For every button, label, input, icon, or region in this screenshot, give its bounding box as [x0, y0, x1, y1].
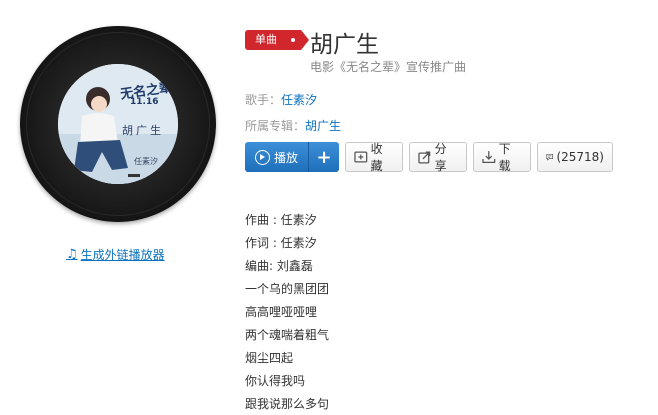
singer-label: 歌手：	[245, 93, 282, 107]
lyric-line: 高高哩哑哑哩	[245, 305, 318, 319]
play-icon	[254, 149, 270, 165]
action-toolbar: 播放 + 收藏 分享 下载 (25718)	[245, 142, 613, 173]
lyric-line: 一个乌的黑团团	[245, 282, 330, 296]
song-title: 胡广生	[310, 32, 379, 58]
lyrics-panel: 作曲 : 任素汐 作词 : 任素汐 编曲: 刘鑫磊 一个乌的黑团团 高高哩哑哑哩…	[245, 212, 329, 415]
singer-row: 歌手：任素汐	[245, 91, 317, 108]
album-row: 所属专辑：胡广生	[245, 117, 341, 134]
song-subtitle: 电影《无名之辈》宣传推广曲	[310, 60, 467, 74]
collect-button[interactable]: 收藏	[345, 142, 403, 173]
collect-icon	[354, 151, 368, 163]
music-note-icon: ♫	[66, 247, 78, 262]
comment-count: (25718)	[556, 150, 604, 164]
album-label: 所属专辑：	[245, 119, 306, 133]
ext-link-label: 生成外链播放器	[80, 248, 165, 262]
lyric-line: 你认得我吗	[245, 374, 306, 388]
lyric-line: 跟我说那么多句	[245, 397, 330, 411]
cover-song-name: 胡广生	[122, 124, 164, 137]
lyric-line: 编曲: 刘鑫磊	[245, 259, 313, 273]
download-button[interactable]: 下载	[473, 142, 531, 173]
single-badge: 单曲	[245, 30, 309, 50]
add-to-playlist-button[interactable]: +	[309, 142, 339, 172]
play-button[interactable]: 播放	[245, 142, 309, 172]
cover-artist: 任素汐	[134, 157, 158, 166]
singer-link[interactable]: 任素汐	[281, 93, 317, 107]
play-label: 播放	[273, 150, 298, 165]
collect-label: 收藏	[370, 142, 383, 173]
lyric-line: 两个魂喘着粗气	[245, 328, 330, 342]
badge-label: 单曲	[255, 33, 277, 46]
lyric-line: 作曲 : 任素汐	[245, 213, 317, 227]
lyric-line: 作词 : 任素汐	[245, 236, 317, 250]
lyric-line: 烟尘四起	[245, 351, 294, 365]
share-button[interactable]: 分享	[409, 142, 467, 173]
album-disc: 无名之辈 11.16 胡广生 任素汐	[20, 26, 216, 222]
cover-date: 11.16	[130, 97, 159, 107]
comment-button[interactable]: (25718)	[537, 142, 613, 172]
download-icon	[482, 151, 496, 163]
share-icon	[418, 151, 431, 164]
share-label: 分享	[434, 142, 447, 173]
download-label: 下载	[498, 142, 511, 173]
play-button-group: 播放 +	[245, 142, 339, 172]
album-link[interactable]: 胡广生	[305, 119, 341, 133]
badge-dot-icon	[291, 38, 295, 42]
generate-external-player-link[interactable]: ♫ 生成外链播放器	[66, 246, 165, 263]
comment-icon	[546, 153, 554, 161]
album-cover[interactable]: 无名之辈 11.16 胡广生 任素汐	[58, 64, 178, 184]
